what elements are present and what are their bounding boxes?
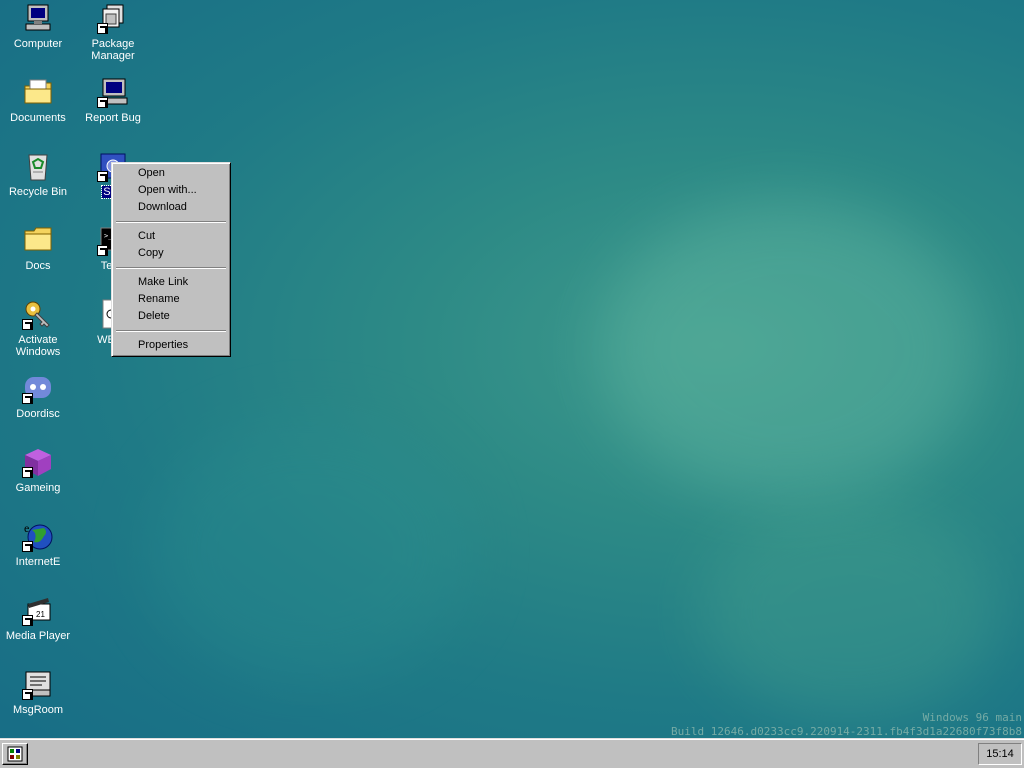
recycle-bin-icon [22,150,54,182]
msgroom-icon [22,668,54,700]
icon-label: Computer [13,38,63,50]
desktop-icon-package-manager[interactable]: Package Manager [76,2,150,62]
icon-label: Activate Windows [15,334,61,358]
system-tray-clock[interactable]: 15:14 [978,743,1022,765]
shortcut-arrow-icon [22,393,33,404]
context-menu: Open Open with... Download Cut Copy Make… [111,162,231,357]
menu-item-copy[interactable]: Copy [114,245,228,262]
menu-item-delete[interactable]: Delete [114,308,228,325]
shortcut-arrow-icon [97,97,108,108]
documents-folder-icon [22,76,54,108]
icon-label: Report Bug [85,112,141,124]
icon-label: Package Manager [91,38,135,62]
desktop-icon-report-bug[interactable]: Report Bug [76,76,150,124]
desktop-icon-msgroom[interactable]: MsgRoom [1,668,75,716]
menu-separator [116,221,226,223]
icon-label: Docs [25,260,51,272]
menu-item-make-link[interactable]: Make Link [114,274,228,291]
svg-text:21: 21 [36,610,45,619]
start-icon [7,746,23,762]
menu-item-open-with[interactable]: Open with... [114,182,228,199]
desktop-icon-doordisc[interactable]: Doordisc [1,372,75,420]
shortcut-arrow-icon [22,467,33,478]
desktop-icon-media-player[interactable]: 21 Media Player [1,594,75,642]
menu-separator [116,267,226,269]
icon-label: Documents [10,112,66,124]
desktop-icon-computer[interactable]: Computer [1,2,75,50]
menu-item-rename[interactable]: Rename [114,291,228,308]
menu-item-properties[interactable]: Properties [114,337,228,354]
package-manager-icon [97,2,129,34]
shortcut-arrow-icon [22,541,33,552]
shortcut-arrow-icon [97,171,108,182]
icon-label: InternetE [15,556,61,568]
svg-text:e: e [24,521,29,535]
icon-label: Recycle Bin [8,186,68,198]
desktop-icon-recycle-bin[interactable]: Recycle Bin [1,150,75,198]
shortcut-arrow-icon [22,615,33,626]
icon-label: Gameing [15,482,61,494]
build-watermark-version: Build 12646.d0233cc9.220914-2311.fb4f3d1… [671,725,1022,738]
desktop-icon-internete[interactable]: e InternetE [1,520,75,568]
shortcut-arrow-icon [97,23,108,34]
shortcut-arrow-icon [22,319,33,330]
activate-key-icon [22,298,54,330]
taskbar: 15:14 [0,738,1024,768]
menu-separator [116,330,226,332]
icon-label: Media Player [5,630,71,642]
folder-icon [22,224,54,256]
gameing-cube-icon [22,446,54,478]
menu-item-download[interactable]: Download [114,199,228,216]
internet-globe-icon: e [22,520,54,552]
desktop-icon-gameing[interactable]: Gameing [1,446,75,494]
start-button[interactable] [2,743,28,765]
build-watermark-title: Windows 96 main [922,711,1022,724]
desktop[interactable]: Computer Documents Recycle Bin Docs Acti… [0,0,1024,738]
desktop-icon-activate-windows[interactable]: Activate Windows [1,298,75,358]
doordisc-icon [22,372,54,404]
icon-label: MsgRoom [12,704,64,716]
menu-item-cut[interactable]: Cut [114,228,228,245]
desktop-icon-docs[interactable]: Docs [1,224,75,272]
computer-icon [22,2,54,34]
menu-item-open[interactable]: Open [114,165,228,182]
shortcut-arrow-icon [22,689,33,700]
shortcut-arrow-icon [97,245,108,256]
icon-label: Doordisc [16,408,60,420]
media-player-icon: 21 [22,594,54,626]
desktop-icon-documents[interactable]: Documents [1,76,75,124]
report-bug-icon [97,76,129,108]
